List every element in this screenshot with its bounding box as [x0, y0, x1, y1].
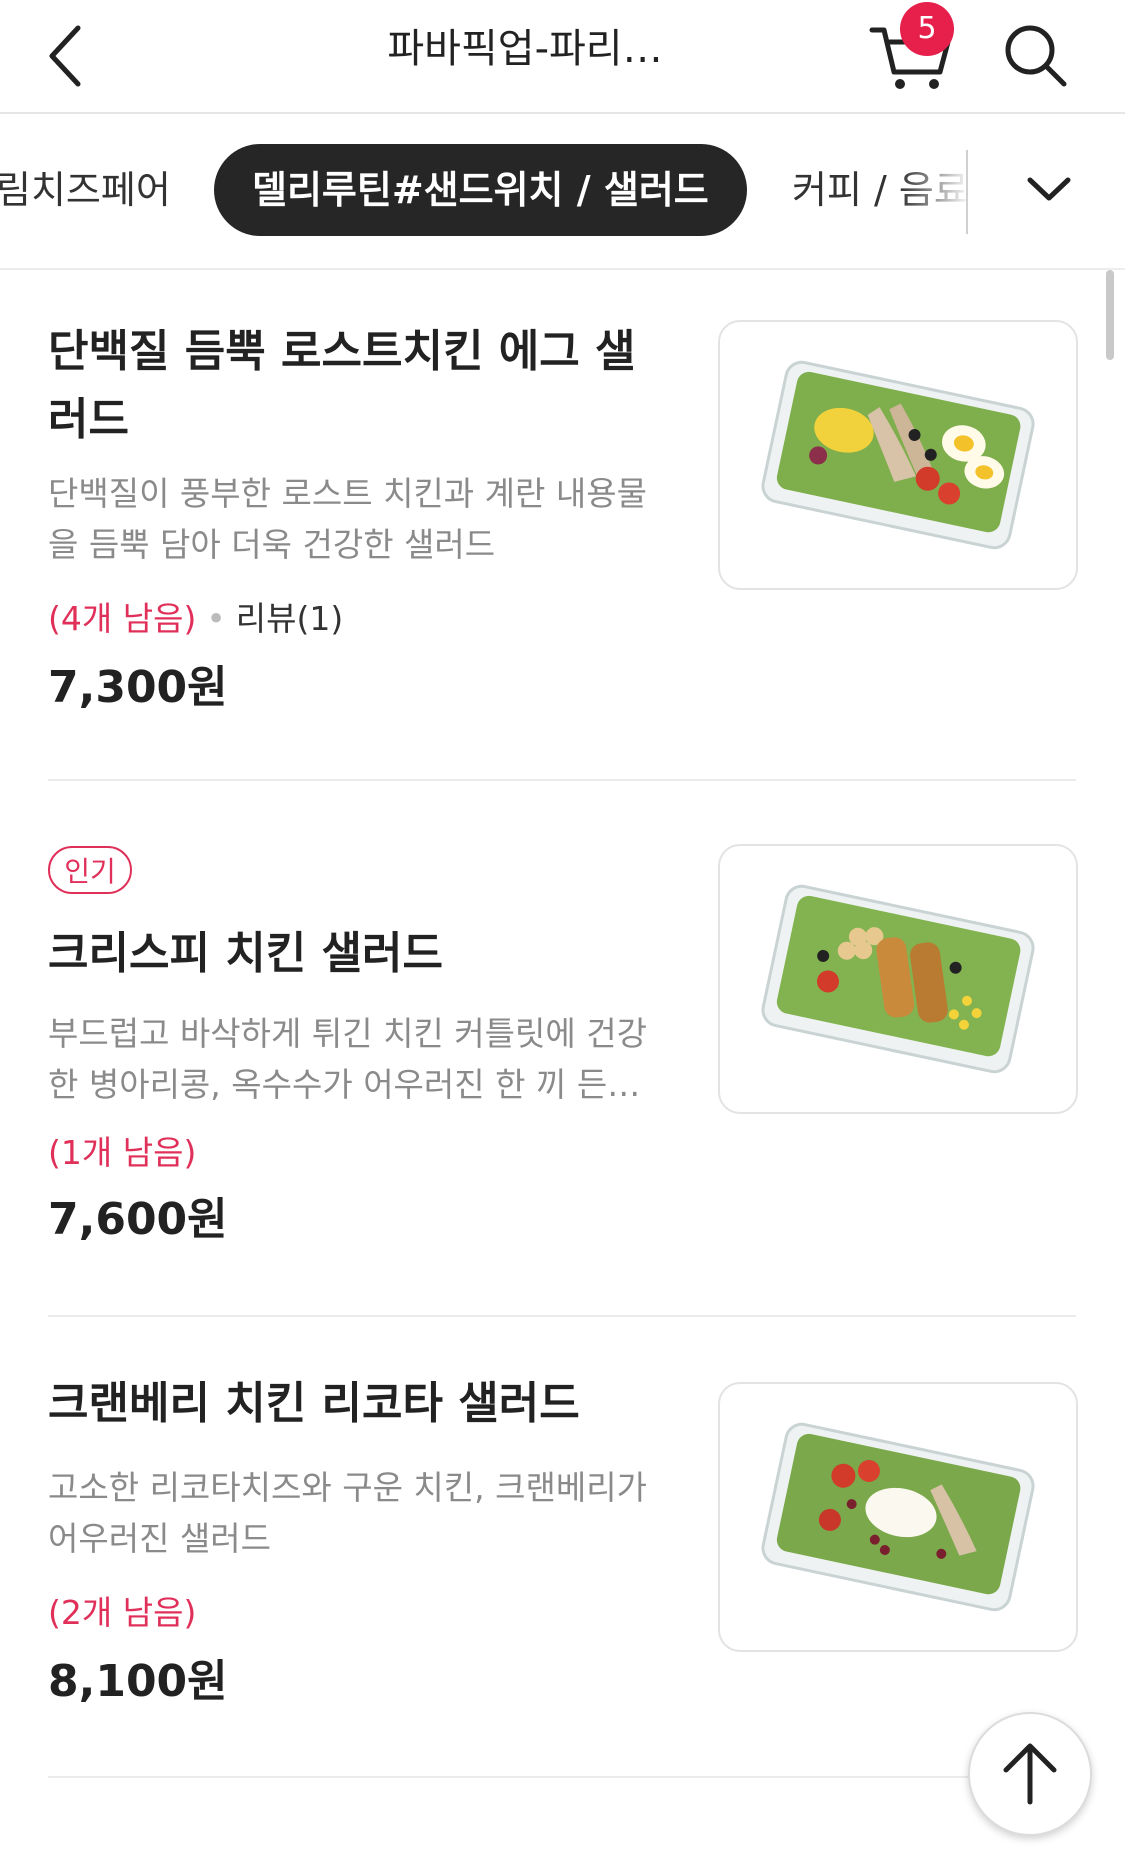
search-icon [1005, 25, 1067, 87]
product-image[interactable] [718, 844, 1078, 1114]
salad-image [761, 884, 1035, 1074]
product-image[interactable] [718, 320, 1078, 590]
list-divider [48, 1315, 1076, 1317]
cart-count-badge: 5 [900, 2, 954, 56]
product-name: 단백질 듬뿍 로스트치킨 에그 샐러드 [48, 326, 636, 445]
product-meta: (4개 남음) • 리뷰(1) [48, 594, 343, 644]
search-button[interactable] [996, 16, 1076, 96]
product-name: 크랜베리 치킨 리코타 샐러드 [48, 1378, 580, 1429]
back-arrow-icon [49, 25, 81, 87]
product-description: 부드럽고 바삭하게 튀긴 치킨 커틀릿에 건강한 병아리콩, 옥수수가 어우러진… [48, 1014, 668, 1104]
tabs-divider [966, 150, 968, 234]
scrollbar[interactable] [1106, 270, 1114, 360]
product-description: 단백질이 풍부한 로스트 치킨과 계란 내용물을 듬뿍 담아 더욱 건강한 샐러… [48, 474, 647, 564]
product-meta: (2개 남음) [48, 1588, 196, 1638]
stock-remaining: (2개 남음) [48, 1593, 197, 1632]
meta-separator-dot: • [206, 599, 226, 638]
page-title: 파바픽업-파리… [387, 26, 663, 72]
tab-fade-overlay [900, 144, 970, 236]
arrow-up-icon [1003, 1743, 1057, 1805]
list-divider [48, 1776, 1076, 1778]
product-price: 7,600원 [48, 1194, 228, 1245]
tabs-expand-button[interactable] [1010, 152, 1088, 230]
product-name: 크리스피 치킨 샐러드 [48, 928, 443, 979]
product-description: 고소한 리코타치즈와 구운 치킨, 크랜베리가 어우러진 샐러드 [48, 1468, 647, 1558]
product-price: 8,100원 [48, 1656, 228, 1707]
product-price: 7,300원 [48, 662, 228, 713]
top-app-bar: 파바픽업-파리… 5 [0, 0, 1125, 114]
salad-image [761, 360, 1035, 550]
back-button[interactable] [44, 10, 116, 100]
list-divider [48, 779, 1076, 781]
chevron-down-icon [1027, 177, 1071, 201]
product-meta: (1개 남음) [48, 1128, 196, 1178]
stock-remaining: (4개 남음) [48, 599, 197, 638]
scroll-to-top-button[interactable] [968, 1712, 1092, 1836]
tab-deli-sandwich-salad[interactable]: 델리루틴#샌드위치 / 샐러드 [214, 144, 747, 236]
category-tabs: 림치즈페어 델리루틴#샌드위치 / 샐러드 커피 / 음료 [0, 114, 1125, 270]
popular-badge: 인기 [48, 846, 132, 894]
salad-image [761, 1422, 1035, 1612]
product-image[interactable] [718, 1382, 1078, 1652]
review-count[interactable]: 리뷰(1) [236, 599, 343, 638]
stock-remaining: (1개 남음) [48, 1133, 197, 1172]
tab-cream-cheese-pair[interactable]: 림치즈페어 [0, 144, 171, 236]
